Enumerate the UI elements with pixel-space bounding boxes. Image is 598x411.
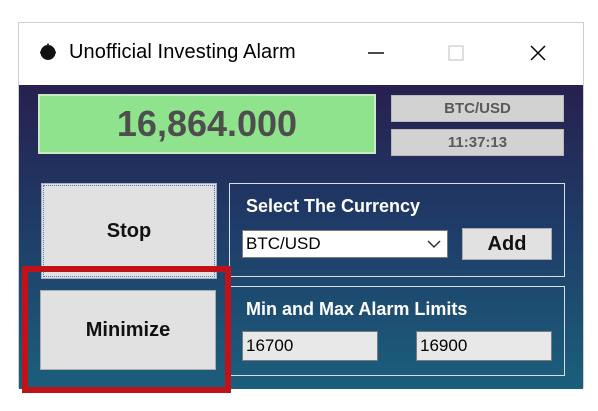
title-bar[interactable]: Unofficial Investing Alarm bbox=[19, 23, 583, 85]
currency-group: Select The Currency BTC/USD Add bbox=[229, 183, 565, 277]
currency-select-value: BTC/USD bbox=[246, 234, 321, 253]
maximize-icon bbox=[448, 45, 464, 61]
pair-display: BTC/USD bbox=[391, 95, 564, 122]
close-icon bbox=[530, 45, 546, 61]
limits-group-label: Min and Max Alarm Limits bbox=[246, 299, 468, 319]
minimize-window-button[interactable] bbox=[353, 33, 399, 73]
app-icon bbox=[40, 43, 56, 60]
add-button[interactable]: Add bbox=[462, 228, 552, 260]
min-limit-field[interactable]: 16700 bbox=[242, 331, 378, 361]
stop-button[interactable]: Stop bbox=[41, 183, 217, 279]
currency-group-label: Select The Currency bbox=[246, 196, 421, 216]
price-display: 16,864.000 bbox=[38, 94, 376, 154]
window-title: Unofficial Investing Alarm bbox=[69, 41, 296, 63]
limits-group: Min and Max Alarm Limits 16700 16900 bbox=[229, 286, 565, 376]
time-display: 11:37:13 bbox=[391, 129, 564, 156]
maximize-window-button[interactable] bbox=[433, 33, 479, 73]
minimize-icon bbox=[368, 52, 384, 54]
chevron-down-icon[interactable] bbox=[421, 231, 447, 257]
close-window-button[interactable] bbox=[515, 33, 561, 73]
highlight-frame bbox=[22, 266, 231, 393]
currency-select[interactable]: BTC/USD bbox=[242, 230, 448, 258]
max-limit-field[interactable]: 16900 bbox=[416, 331, 552, 361]
